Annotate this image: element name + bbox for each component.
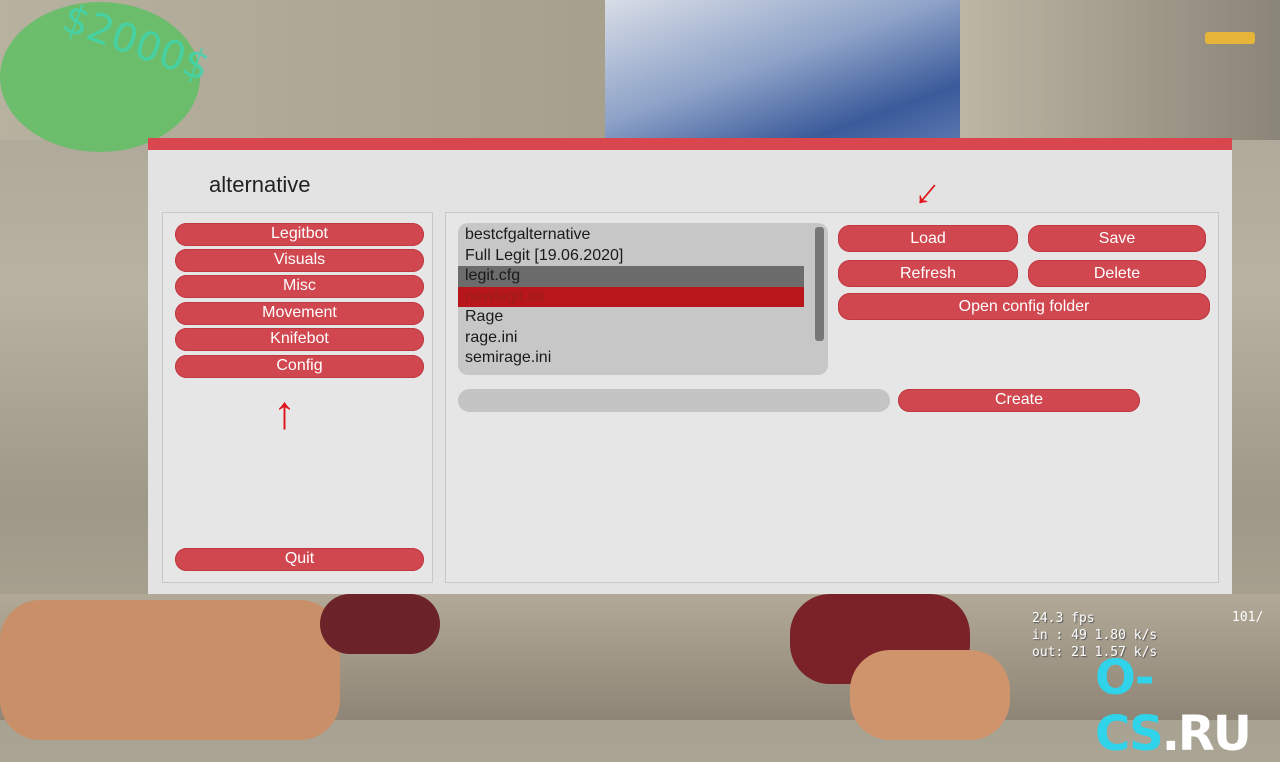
list-scrollbar[interactable] (815, 227, 824, 341)
save-button[interactable]: Save (1028, 225, 1206, 252)
tab-config[interactable]: Config (175, 355, 424, 378)
config-item[interactable]: rage.ini (458, 328, 804, 349)
load-button[interactable]: Load (838, 225, 1018, 252)
tab-knifebot[interactable]: Knifebot (175, 328, 424, 351)
config-item[interactable]: semirage.ini (458, 348, 804, 369)
tab-misc[interactable]: Misc (175, 275, 424, 298)
hud-counter: 101/ (1232, 610, 1264, 625)
config-item-hovered[interactable]: newlegit.ini (458, 286, 804, 307)
net-in-readout: in : 49 1.80 k/s (1032, 628, 1158, 643)
watermark-logo: O-CS.RU (1095, 650, 1280, 762)
ammo-icon (1205, 32, 1255, 44)
config-item[interactable]: bestcfgalternative (458, 225, 804, 246)
quit-button[interactable]: Quit (175, 548, 424, 571)
config-list[interactable]: bestcfgalternative Full Legit [19.06.202… (458, 223, 828, 375)
config-item-selected[interactable]: legit.cfg (458, 266, 804, 287)
menu-title: alternative (209, 172, 311, 197)
right-hand (850, 650, 1010, 740)
refresh-button[interactable]: Refresh (838, 260, 1018, 287)
tab-visuals[interactable]: Visuals (175, 249, 424, 272)
cheat-menu-window: alternative Legitbot Visuals Misc Moveme… (148, 138, 1232, 594)
left-glove (320, 594, 440, 654)
config-item[interactable]: Full Legit [19.06.2020] (458, 246, 804, 267)
tab-panel: Legitbot Visuals Misc Movement Knifebot … (162, 212, 433, 583)
config-panel: bestcfgalternative Full Legit [19.06.202… (445, 173, 1219, 583)
delete-button[interactable]: Delete (1028, 260, 1206, 287)
config-name-input[interactable] (458, 389, 890, 412)
tab-movement[interactable]: Movement (175, 302, 424, 325)
annotation-arrow: ↑ (903, 172, 948, 220)
config-item[interactable]: Rage (458, 307, 804, 328)
watermark-part2: .RU (1161, 706, 1252, 762)
scene-wall-right (960, 0, 1280, 140)
tab-legitbot[interactable]: Legitbot (175, 223, 424, 246)
watermark-part1: O-CS (1095, 650, 1164, 762)
fps-readout: 24.3 fps (1032, 611, 1095, 626)
annotation-arrow-up: ↑ (273, 386, 296, 438)
left-hand (0, 600, 340, 740)
open-config-folder-button[interactable]: Open config folder (838, 293, 1210, 320)
create-button[interactable]: Create (898, 389, 1140, 412)
